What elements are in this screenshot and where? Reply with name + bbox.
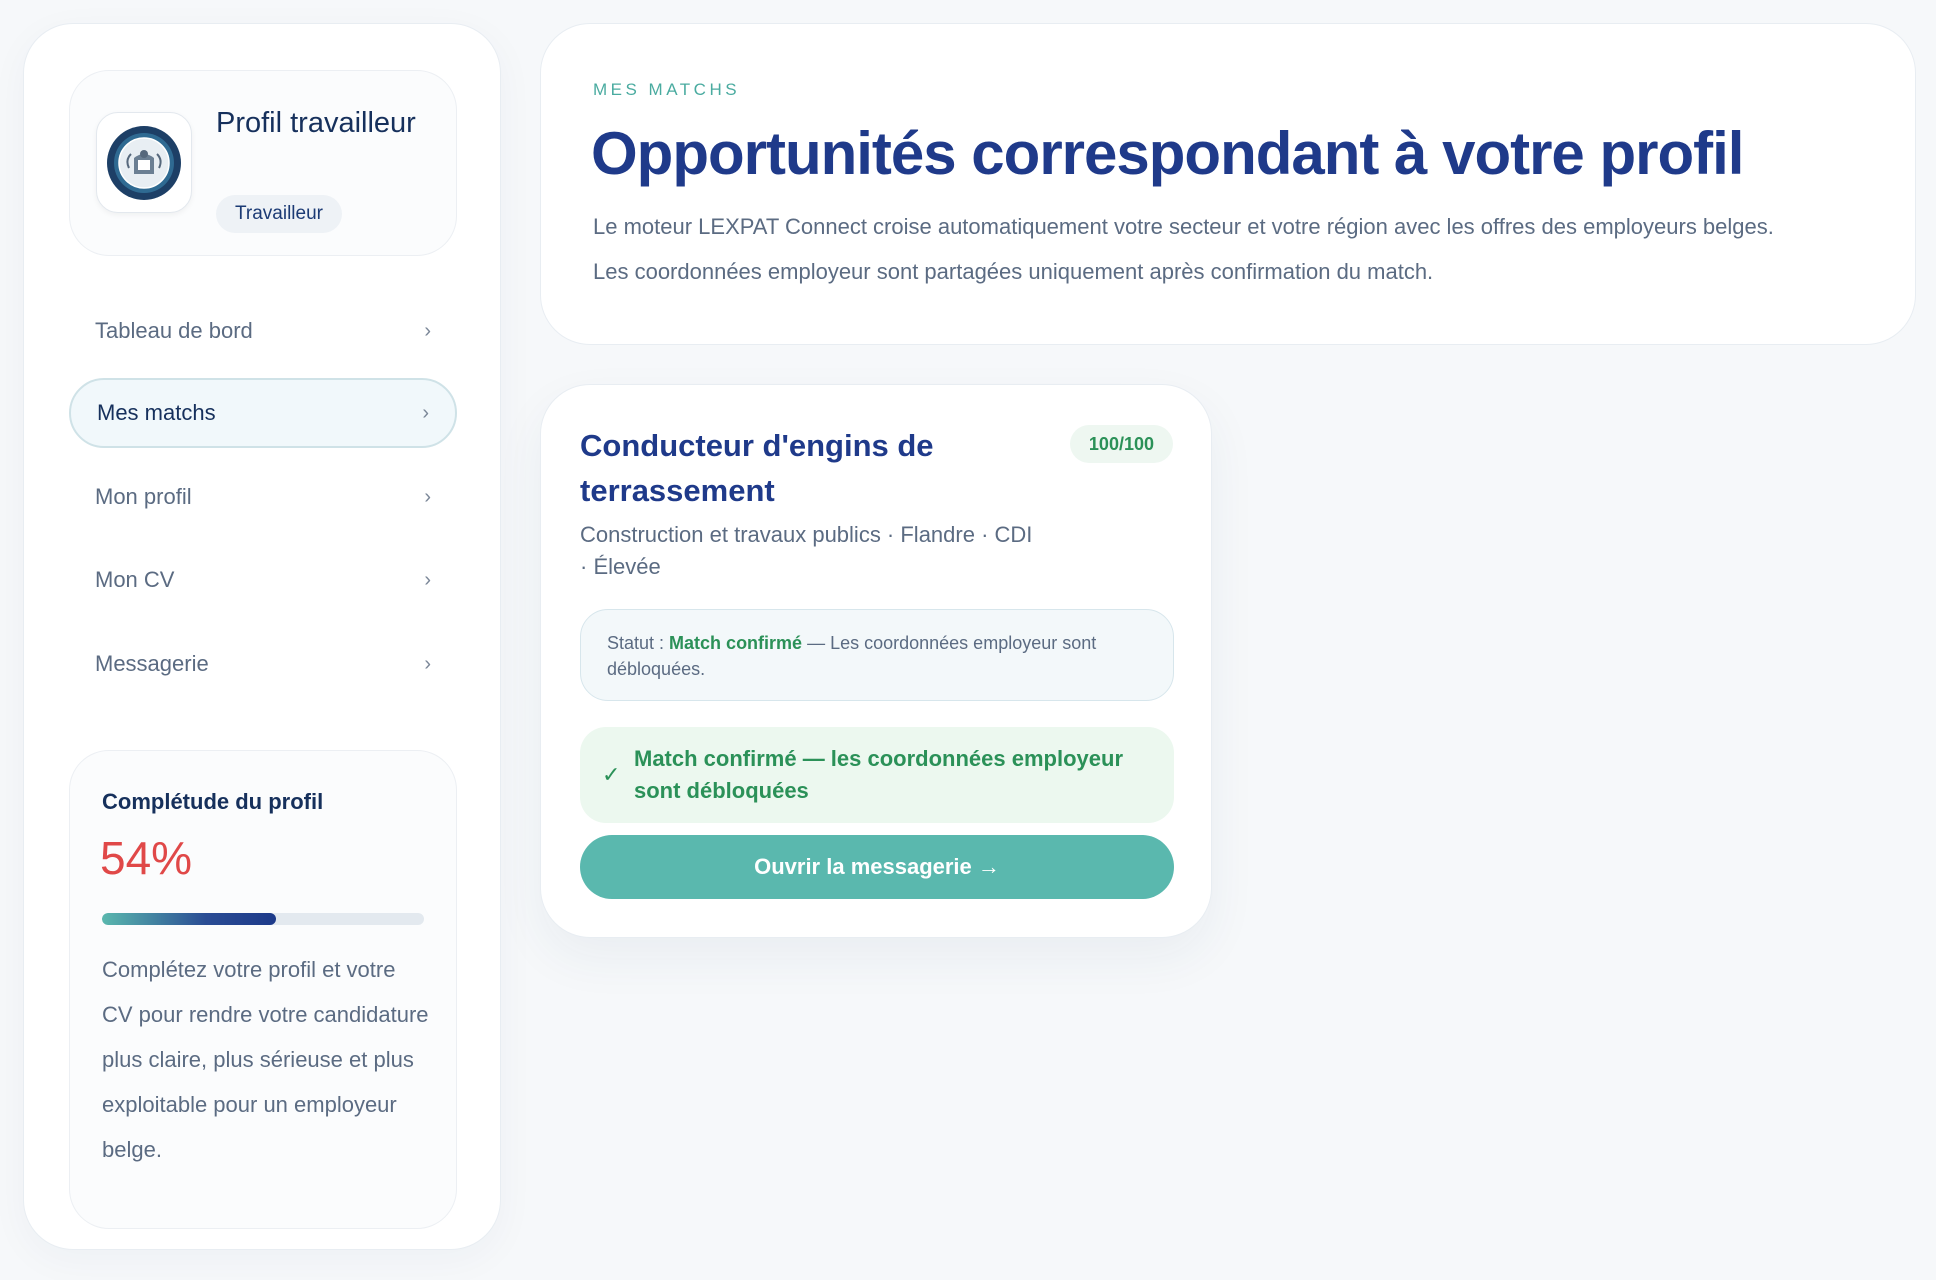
page-description: Le moteur LEXPAT Connect croise automati…: [593, 214, 1774, 284]
avatar: [96, 112, 192, 213]
nav-item-dashboard[interactable]: Tableau de bord ›: [69, 296, 457, 366]
profile-completion-card: Complétude du profil 54% Complétez votre…: [69, 750, 457, 1229]
chevron-right-icon: ›: [422, 401, 429, 424]
completion-progress-fill: [102, 913, 276, 925]
completion-value: 54%: [100, 832, 193, 884]
chevron-right-icon: ›: [424, 485, 431, 508]
confirm-text: Match confirmé — les coordonnées employe…: [634, 746, 1124, 803]
match-confirmed-banner: ✓ Match confirmé — les coordonnées emplo…: [580, 727, 1174, 823]
nav-item-messages[interactable]: Messagerie ›: [69, 629, 457, 699]
job-meta: Construction et travaux publics · Flandr…: [580, 522, 1033, 579]
role-badge: Travailleur: [216, 195, 342, 233]
profile-card[interactable]: Profil travailleur Travailleur: [69, 70, 457, 256]
nav-item-cv[interactable]: Mon CV ›: [69, 545, 457, 615]
job-title: Conducteur d'engins de terrassement: [580, 428, 934, 508]
match-score-badge: 100/100: [1069, 425, 1173, 463]
page-title: Opportunités correspondant à votre profi…: [591, 120, 1744, 187]
chevron-right-icon: ›: [424, 319, 431, 342]
page-header: MES MATCHS Opportunités correspondant à …: [540, 23, 1916, 345]
nav-item-matches[interactable]: Mes matchs ›: [69, 378, 457, 448]
check-icon: ✓: [602, 762, 621, 787]
completion-hint: Complétez votre profil et votre CV pour …: [102, 957, 429, 1162]
lexpat-connect-seal-icon: [107, 125, 181, 200]
nav-item-label: Mes matchs: [97, 400, 216, 425]
chevron-right-icon: ›: [424, 652, 431, 675]
nav-item-profile[interactable]: Mon profil ›: [69, 462, 457, 532]
match-status: Statut : Match confirmé — Les coordonnée…: [580, 609, 1174, 701]
chevron-right-icon: ›: [424, 568, 431, 591]
completion-progress-bar: [102, 913, 424, 925]
nav-item-label: Messagerie: [95, 651, 209, 676]
status-prefix: Statut :: [607, 633, 670, 653]
profile-title: Profil travailleur: [216, 107, 416, 139]
page-eyebrow: MES MATCHS: [593, 80, 741, 99]
match-card: Conducteur d'engins de terrassement 100/…: [540, 384, 1212, 938]
nav-item-label: Tableau de bord: [95, 318, 253, 343]
nav-item-label: Mon profil: [95, 484, 192, 509]
completion-title: Complétude du profil: [102, 789, 324, 814]
nav-item-label: Mon CV: [95, 567, 175, 592]
sidebar: Profil travailleur Travailleur Tableau d…: [23, 23, 501, 1250]
status-value: Match confirmé: [669, 633, 803, 653]
open-messaging-button[interactable]: Ouvrir la messagerie →: [580, 835, 1174, 899]
